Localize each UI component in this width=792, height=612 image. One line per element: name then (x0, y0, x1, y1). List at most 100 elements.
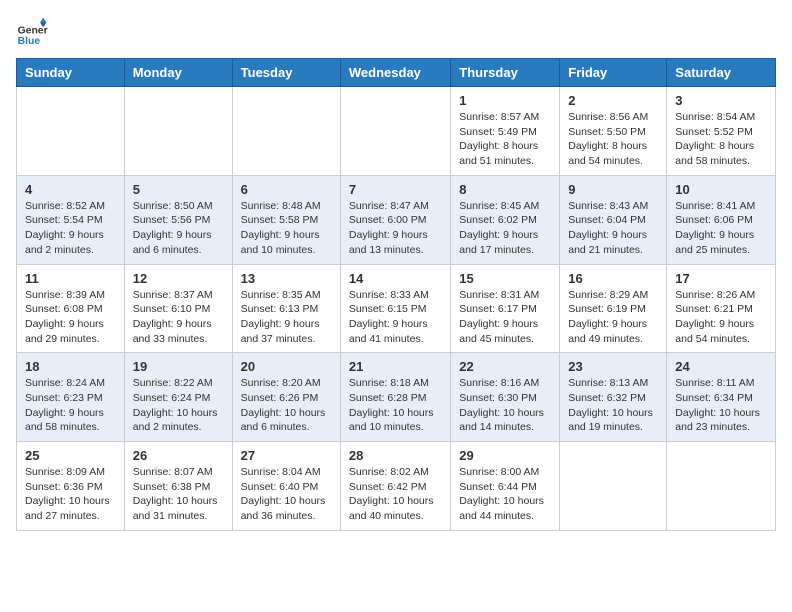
day-info: Sunrise: 8:52 AM Sunset: 5:54 PM Dayligh… (25, 199, 116, 258)
week-row-2: 4Sunrise: 8:52 AM Sunset: 5:54 PM Daylig… (17, 175, 776, 264)
calendar-cell (340, 87, 450, 176)
calendar-cell: 19 Sunrise: 8:22 AM Sunset: 6:24 PM Dayli… (124, 353, 232, 442)
calendar-cell: 17 Sunrise: 8:26 AM Sunset: 6:21 PM Dayli… (667, 264, 776, 353)
day-number: 22 (459, 359, 551, 374)
day-info: Sunrise: 8:31 AM Sunset: 6:17 PM Dayligh… (459, 288, 551, 347)
calendar-table: SundayMondayTuesdayWednesdayThursdayFrid… (16, 58, 776, 531)
day-number: 21 (349, 359, 442, 374)
day-number: 27 (241, 448, 332, 463)
week-row-1: 1Sunrise: 8:57 AM Sunset: 5:49 PM Daylig… (17, 87, 776, 176)
column-header-thursday: Thursday (451, 59, 560, 87)
day-number: 20 (241, 359, 332, 374)
day-info: Sunrise: 8:57 AM Sunset: 5:49 PM Dayligh… (459, 110, 551, 169)
svg-text:Blue: Blue (18, 36, 41, 47)
day-number: 12 (133, 271, 224, 286)
calendar-cell: 16 Sunrise: 8:29 AM Sunset: 6:19 PM Dayli… (560, 264, 667, 353)
day-number: 17 (675, 271, 767, 286)
day-info: Sunrise: 8:04 AM Sunset: 6:40 PM Dayligh… (241, 465, 332, 524)
svg-text:General: General (18, 26, 48, 37)
day-info: Sunrise: 8:24 AM Sunset: 6:23 PM Dayligh… (25, 376, 116, 435)
day-number: 29 (459, 448, 551, 463)
day-number: 15 (459, 271, 551, 286)
calendar-cell: 26 Sunrise: 8:07 AM Sunset: 6:38 PM Dayli… (124, 442, 232, 531)
day-number: 14 (349, 271, 442, 286)
column-header-wednesday: Wednesday (340, 59, 450, 87)
day-info: Sunrise: 8:18 AM Sunset: 6:28 PM Dayligh… (349, 376, 442, 435)
day-number: 3 (675, 93, 767, 108)
day-info: Sunrise: 8:54 AM Sunset: 5:52 PM Dayligh… (675, 110, 767, 169)
day-number: 16 (568, 271, 658, 286)
calendar-cell: 13Sunrise: 8:35 AM Sunset: 6:13 PM Dayli… (232, 264, 340, 353)
day-info: Sunrise: 8:16 AM Sunset: 6:30 PM Dayligh… (459, 376, 551, 435)
calendar-cell: 3 Sunrise: 8:54 AM Sunset: 5:52 PM Daylig… (667, 87, 776, 176)
day-number: 23 (568, 359, 658, 374)
day-info: Sunrise: 8:09 AM Sunset: 6:36 PM Dayligh… (25, 465, 116, 524)
calendar-cell: 25 Sunrise: 8:09 AM Sunset: 6:36 PM Dayli… (17, 442, 125, 531)
calendar-cell (232, 87, 340, 176)
day-number: 26 (133, 448, 224, 463)
day-number: 5 (133, 182, 224, 197)
calendar-cell: 10Sunrise: 8:41 AM Sunset: 6:06 PM Dayli… (667, 175, 776, 264)
calendar-cell: 12 Sunrise: 8:37 AM Sunset: 6:10 PM Dayli… (124, 264, 232, 353)
day-info: Sunrise: 8:37 AM Sunset: 6:10 PM Dayligh… (133, 288, 224, 347)
calendar-cell: 7Sunrise: 8:47 AM Sunset: 6:00 PM Daylig… (340, 175, 450, 264)
calendar-cell: 20 Sunrise: 8:20 AM Sunset: 6:26 PM Dayli… (232, 353, 340, 442)
calendar-cell: 27 Sunrise: 8:04 AM Sunset: 6:40 PM Dayli… (232, 442, 340, 531)
calendar-cell: 14 Sunrise: 8:33 AM Sunset: 6:15 PM Dayli… (340, 264, 450, 353)
day-info: Sunrise: 8:22 AM Sunset: 6:24 PM Dayligh… (133, 376, 224, 435)
day-number: 7 (349, 182, 442, 197)
day-info: Sunrise: 8:56 AM Sunset: 5:50 PM Dayligh… (568, 110, 658, 169)
column-header-monday: Monday (124, 59, 232, 87)
calendar-cell: 22 Sunrise: 8:16 AM Sunset: 6:30 PM Dayli… (451, 353, 560, 442)
logo: General Blue (16, 16, 48, 48)
day-info: Sunrise: 8:29 AM Sunset: 6:19 PM Dayligh… (568, 288, 658, 347)
day-info: Sunrise: 8:11 AM Sunset: 6:34 PM Dayligh… (675, 376, 767, 435)
day-number: 18 (25, 359, 116, 374)
day-info: Sunrise: 8:48 AM Sunset: 5:58 PM Dayligh… (241, 199, 332, 258)
day-info: Sunrise: 8:13 AM Sunset: 6:32 PM Dayligh… (568, 376, 658, 435)
day-number: 8 (459, 182, 551, 197)
calendar-cell: 8 Sunrise: 8:45 AM Sunset: 6:02 PM Daylig… (451, 175, 560, 264)
day-info: Sunrise: 8:39 AM Sunset: 6:08 PM Dayligh… (25, 288, 116, 347)
day-info: Sunrise: 8:07 AM Sunset: 6:38 PM Dayligh… (133, 465, 224, 524)
day-info: Sunrise: 8:43 AM Sunset: 6:04 PM Dayligh… (568, 199, 658, 258)
header-row: SundayMondayTuesdayWednesdayThursdayFrid… (17, 59, 776, 87)
day-number: 19 (133, 359, 224, 374)
calendar-cell: 29 Sunrise: 8:00 AM Sunset: 6:44 PM Dayli… (451, 442, 560, 531)
day-info: Sunrise: 8:00 AM Sunset: 6:44 PM Dayligh… (459, 465, 551, 524)
week-row-5: 25 Sunrise: 8:09 AM Sunset: 6:36 PM Dayli… (17, 442, 776, 531)
column-header-saturday: Saturday (667, 59, 776, 87)
calendar-cell: 5 Sunrise: 8:50 AM Sunset: 5:56 PM Daylig… (124, 175, 232, 264)
week-row-4: 18 Sunrise: 8:24 AM Sunset: 6:23 PM Dayli… (17, 353, 776, 442)
calendar-cell: 2 Sunrise: 8:56 AM Sunset: 5:50 PM Daylig… (560, 87, 667, 176)
calendar-cell: 15 Sunrise: 8:31 AM Sunset: 6:17 PM Dayli… (451, 264, 560, 353)
day-number: 28 (349, 448, 442, 463)
day-number: 10 (675, 182, 767, 197)
week-row-3: 11 Sunrise: 8:39 AM Sunset: 6:08 PM Dayli… (17, 264, 776, 353)
day-info: Sunrise: 8:33 AM Sunset: 6:15 PM Dayligh… (349, 288, 442, 347)
calendar-cell: 6 Sunrise: 8:48 AM Sunset: 5:58 PM Daylig… (232, 175, 340, 264)
day-number: 11 (25, 271, 116, 286)
day-info: Sunrise: 8:50 AM Sunset: 5:56 PM Dayligh… (133, 199, 224, 258)
column-header-sunday: Sunday (17, 59, 125, 87)
day-number: 24 (675, 359, 767, 374)
day-number: 9 (568, 182, 658, 197)
day-info: Sunrise: 8:45 AM Sunset: 6:02 PM Dayligh… (459, 199, 551, 258)
calendar-cell (124, 87, 232, 176)
day-number: 25 (25, 448, 116, 463)
day-info: Sunrise: 8:20 AM Sunset: 6:26 PM Dayligh… (241, 376, 332, 435)
calendar-cell (560, 442, 667, 531)
day-info: Sunrise: 8:35 AM Sunset: 6:13 PM Dayligh… (241, 288, 332, 347)
calendar-cell: 23 Sunrise: 8:13 AM Sunset: 6:32 PM Dayli… (560, 353, 667, 442)
calendar-cell: 9 Sunrise: 8:43 AM Sunset: 6:04 PM Daylig… (560, 175, 667, 264)
calendar-cell: 1Sunrise: 8:57 AM Sunset: 5:49 PM Daylig… (451, 87, 560, 176)
day-info: Sunrise: 8:26 AM Sunset: 6:21 PM Dayligh… (675, 288, 767, 347)
day-number: 6 (241, 182, 332, 197)
day-number: 2 (568, 93, 658, 108)
calendar-cell (667, 442, 776, 531)
calendar-cell: 4Sunrise: 8:52 AM Sunset: 5:54 PM Daylig… (17, 175, 125, 264)
calendar-cell: 21 Sunrise: 8:18 AM Sunset: 6:28 PM Dayli… (340, 353, 450, 442)
calendar-cell: 24 Sunrise: 8:11 AM Sunset: 6:34 PM Dayli… (667, 353, 776, 442)
calendar-cell (17, 87, 125, 176)
day-info: Sunrise: 8:02 AM Sunset: 6:42 PM Dayligh… (349, 465, 442, 524)
